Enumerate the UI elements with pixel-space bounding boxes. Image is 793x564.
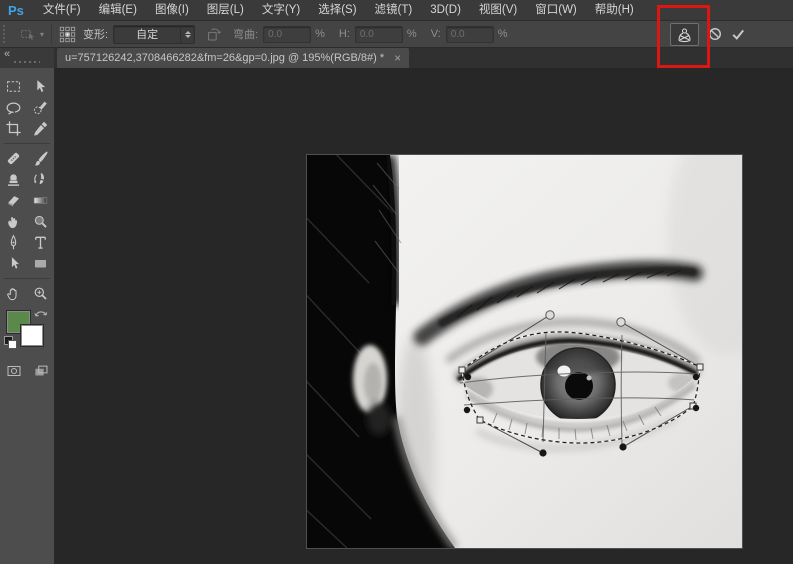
- tool-smudge[interactable]: [2, 211, 26, 232]
- tool-eyedropper[interactable]: [29, 118, 53, 139]
- tool-path-selection[interactable]: [2, 253, 26, 274]
- divider: [51, 24, 52, 44]
- menu-item-7[interactable]: 3D(D): [421, 0, 470, 20]
- background-color-swatch[interactable]: [20, 324, 44, 347]
- options-bar-grip[interactable]: [3, 25, 10, 43]
- type-icon: [31, 233, 50, 252]
- menu-item-4[interactable]: 文字(Y): [253, 0, 309, 20]
- tool-pen[interactable]: [2, 232, 26, 253]
- tools-panel: [0, 68, 55, 564]
- menu-item-1[interactable]: 编辑(E): [90, 0, 146, 20]
- clone-stamp-icon: [4, 170, 23, 189]
- tools-grid: [0, 68, 54, 304]
- menu-item-2[interactable]: 图像(I): [146, 0, 198, 20]
- checkmark-icon: [730, 26, 746, 42]
- menu-item-3[interactable]: 图层(L): [198, 0, 253, 20]
- menubar-items: 文件(F)编辑(E)图像(I)图层(L)文字(Y)选择(S)滤镜(T)3D(D)…: [34, 0, 643, 20]
- dodge-icon: [31, 212, 50, 231]
- v-input[interactable]: 0.0: [446, 26, 494, 43]
- quick-mask-button[interactable]: [2, 360, 26, 381]
- tool-eraser[interactable]: [2, 190, 26, 211]
- canvas-document[interactable]: [307, 155, 742, 548]
- default-colors-icon[interactable]: [4, 336, 15, 347]
- chevron-down-icon: ▾: [40, 30, 44, 39]
- catchlight: [558, 366, 571, 377]
- tool-crop[interactable]: [2, 118, 26, 139]
- menu-item-0[interactable]: 文件(F): [34, 0, 90, 20]
- tools-divider: [4, 278, 50, 279]
- path-selection-icon: [4, 254, 23, 273]
- swap-colors-icon[interactable]: [34, 308, 48, 319]
- h-label: H:: [339, 28, 350, 40]
- tool-preset-icon: [18, 25, 38, 43]
- bend-label: 弯曲:: [233, 26, 258, 42]
- v-label: V:: [431, 28, 441, 40]
- tools-divider: [4, 143, 50, 144]
- select-stepper-icon: [180, 26, 194, 43]
- screen-mode-icon: [31, 362, 51, 380]
- tool-shape[interactable]: [29, 253, 53, 274]
- warp-style-value: 自定: [114, 26, 180, 42]
- tools-panel-header: «: [0, 48, 54, 68]
- close-icon[interactable]: ×: [394, 52, 401, 64]
- menu-item-5[interactable]: 选择(S): [309, 0, 365, 20]
- quick-mask-icon: [4, 362, 24, 380]
- warp-style-select[interactable]: 自定: [113, 25, 195, 44]
- color-swatches: [0, 308, 54, 354]
- menu-item-10[interactable]: 帮助(H): [586, 0, 643, 20]
- commit-transform-button[interactable]: [728, 23, 748, 44]
- tool-brush[interactable]: [29, 148, 53, 169]
- screen-mode-button[interactable]: [29, 360, 53, 381]
- tool-rectangular-marquee[interactable]: [2, 76, 26, 97]
- warp-label: 变形:: [83, 26, 108, 42]
- hand-icon: [4, 284, 23, 303]
- warp-orientation-icon: [205, 26, 224, 43]
- bend-unit: %: [315, 28, 325, 40]
- panel-grip[interactable]: [14, 61, 40, 63]
- tool-preset-button[interactable]: ▾: [18, 25, 44, 43]
- menu-item-9[interactable]: 窗口(W): [526, 0, 586, 20]
- eyedropper-icon: [31, 119, 50, 138]
- photoshop-logo: Ps: [0, 3, 34, 18]
- h-input[interactable]: 0.0: [355, 26, 403, 43]
- reference-point-locator-icon[interactable]: [59, 26, 76, 43]
- menu-item-8[interactable]: 视图(V): [470, 0, 526, 20]
- tool-type[interactable]: [29, 232, 53, 253]
- eraser-icon: [4, 191, 23, 210]
- tool-healing-brush[interactable]: [2, 148, 26, 169]
- tool-zoom[interactable]: [29, 283, 53, 304]
- crop-icon: [4, 119, 23, 138]
- history-brush-icon: [31, 170, 50, 189]
- lasso-icon: [4, 98, 23, 117]
- tool-move[interactable]: [29, 76, 53, 97]
- move-icon: [31, 77, 50, 96]
- tool-gradient[interactable]: [29, 190, 53, 211]
- annotation-highlight-box: [657, 5, 710, 68]
- tool-lasso[interactable]: [2, 97, 26, 118]
- tool-hand[interactable]: [2, 283, 26, 304]
- tool-dodge[interactable]: [29, 211, 53, 232]
- shape-icon: [31, 254, 50, 273]
- gradient-icon: [31, 191, 50, 210]
- h-unit: %: [407, 28, 417, 40]
- tool-clone-stamp[interactable]: [2, 169, 26, 190]
- document-tab-title: u=757126242,3708466282&fm=26&gp=0.jpg @ …: [65, 52, 384, 64]
- collapse-panel-icon[interactable]: «: [4, 48, 9, 60]
- v-unit: %: [498, 28, 508, 40]
- tools-bottom-icons: [0, 360, 54, 381]
- document-tab[interactable]: u=757126242,3708466282&fm=26&gp=0.jpg @ …: [57, 48, 409, 68]
- brush-icon: [31, 149, 50, 168]
- menu-item-6[interactable]: 滤镜(T): [366, 0, 422, 20]
- tool-history-brush[interactable]: [29, 169, 53, 190]
- quick-selection-icon: [31, 98, 50, 117]
- zoom-icon: [31, 284, 50, 303]
- bend-input[interactable]: 0.0: [263, 26, 311, 43]
- pen-icon: [4, 233, 23, 252]
- tool-quick-selection[interactable]: [29, 97, 53, 118]
- healing-brush-icon: [4, 149, 23, 168]
- photo-eye-closeup: [307, 155, 742, 548]
- rectangular-marquee-icon: [4, 77, 23, 96]
- smudge-icon: [4, 212, 23, 231]
